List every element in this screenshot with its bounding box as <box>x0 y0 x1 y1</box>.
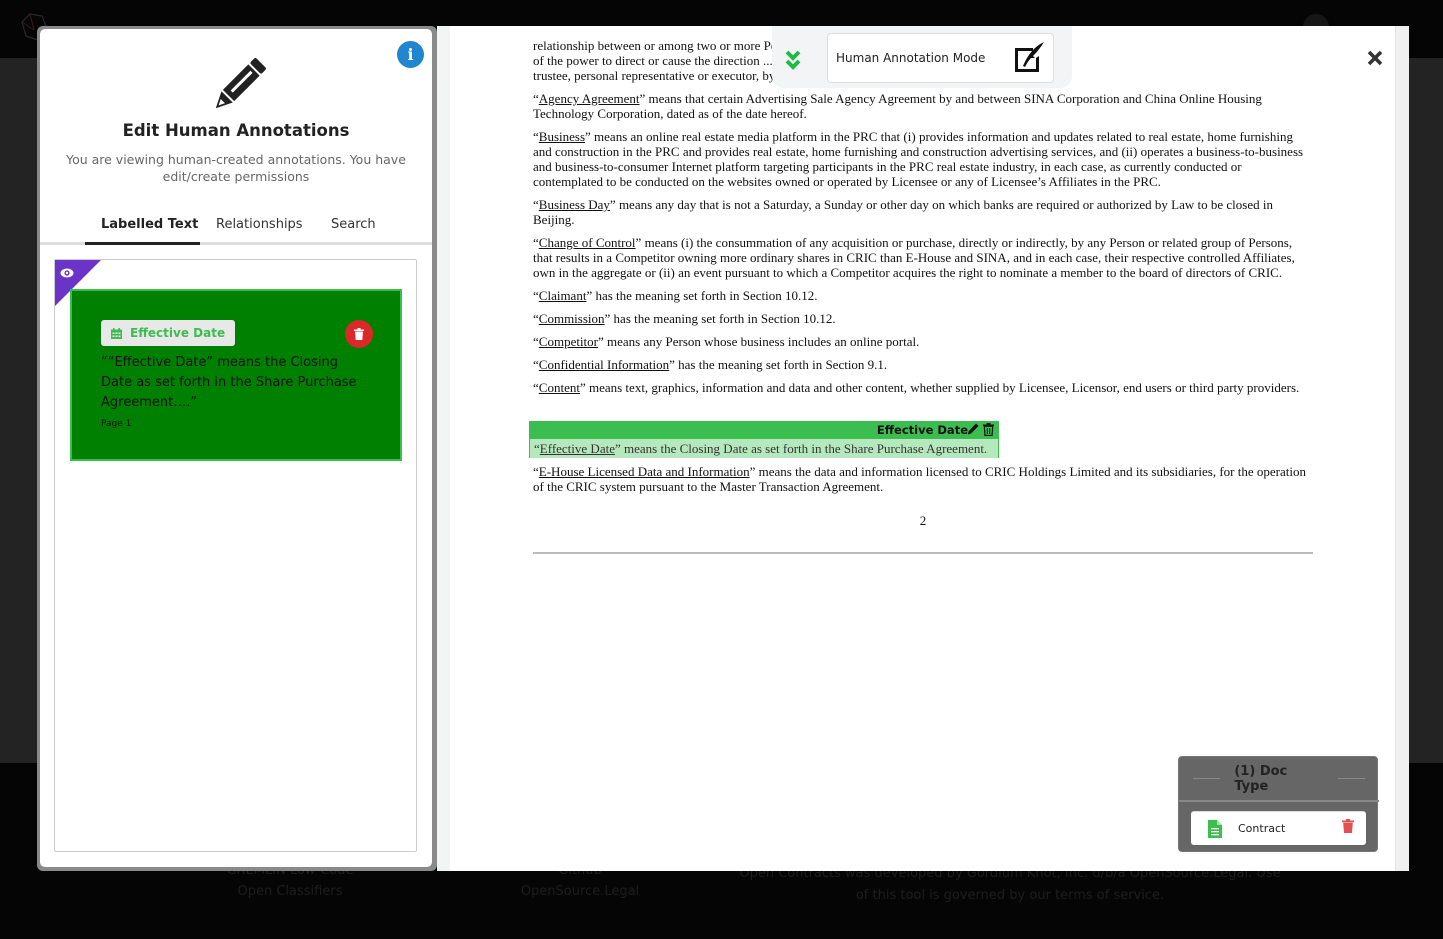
chevron-double-down-icon[interactable] <box>784 48 802 72</box>
doc-text: ” means text, graphics, information and … <box>579 380 1300 395</box>
highlighted-annotation[interactable]: Effective Date “Effective Date” means th… <box>529 421 999 458</box>
doc-type-item[interactable]: Contract <box>1191 811 1366 845</box>
annotation-mode-toolbar: Human Annotation Mode <box>772 26 1072 88</box>
file-icon <box>1208 820 1222 838</box>
eye-icon[interactable] <box>60 268 74 278</box>
doc-paragraph: “Commission” has the meaning set forth i… <box>533 311 836 326</box>
highlight-label: Effective Date <box>530 422 998 439</box>
doc-type-title: (1) Doc Type <box>1234 763 1288 794</box>
doc-paragraph: “E-House Licensed Data and Information” … <box>533 464 1306 494</box>
doc-text: ” means any day that is not a Saturday, … <box>533 197 1273 227</box>
annotation-text: ““Effective Date” means the Closing Date… <box>101 355 357 410</box>
doc-paragraph: “Agency Agreement” means that certain Ad… <box>533 91 1262 121</box>
defined-term: Competitor <box>538 334 598 349</box>
delete-annotation-button[interactable] <box>345 320 373 348</box>
doc-paragraph: “Confidential Information” has the meani… <box>533 357 888 372</box>
panel-description: You are viewing human-created annotation… <box>66 152 406 184</box>
doc-paragraph: “Change of Control” means (i) the consum… <box>533 235 1295 280</box>
defined-term: Confidential Information <box>538 357 670 372</box>
scrollbar[interactable] <box>1395 26 1409 871</box>
doc-text: ” means the Closing Date as set forth in… <box>614 441 988 456</box>
defined-term: Commission <box>538 311 605 326</box>
edit-pencil-icon[interactable] <box>967 423 979 435</box>
doc-text: ” has the meaning set forth in Section 1… <box>604 311 836 326</box>
trash-icon[interactable] <box>1342 819 1354 833</box>
defined-term: Content <box>538 380 580 395</box>
annotation-modal: i Edit Human Annotations You are viewing… <box>37 26 1409 871</box>
highlight-text: “Effective Date” means the Closing Date … <box>530 439 998 458</box>
doc-text: ” means that certain Advertising Sale Ag… <box>533 91 1262 121</box>
info-button[interactable]: i <box>397 41 424 68</box>
pencil-icon <box>215 58 266 109</box>
close-icon[interactable] <box>1367 50 1383 66</box>
doc-type-label: Contract <box>1238 822 1286 835</box>
annotation-card[interactable]: Effective Date ““Effective Date” means t… <box>70 289 402 461</box>
calendar-icon <box>111 327 122 339</box>
annotation-page: Page 1 <box>101 419 132 429</box>
defined-term: Change of Control <box>538 235 636 250</box>
panel-title: Edit Human Annotations <box>122 121 350 140</box>
doc-paragraph: “Competitor” means any Person whose busi… <box>533 334 920 349</box>
defined-term: Agency Agreement <box>538 91 640 106</box>
doc-text: ” means an online real estate media plat… <box>533 129 1304 189</box>
mode-label: Human Annotation Mode <box>836 51 986 65</box>
doc-text: ” has the meaning set forth in Section 9… <box>669 357 888 372</box>
tab-search[interactable]: Search <box>331 217 376 232</box>
doc-paragraph: “Business Day” means any day that is not… <box>533 197 1273 227</box>
highlight-label-text: Effective Date <box>876 423 968 437</box>
defined-term: Claimant <box>538 288 587 303</box>
document-viewer: relationship between or among two or mor… <box>450 26 1409 871</box>
defined-term: Business <box>538 129 586 144</box>
defined-term: Business Day <box>538 197 610 212</box>
footer-link[interactable]: Open Classifiers <box>200 884 380 899</box>
annotation-tabs: Labelled Text Relationships Search <box>40 207 432 245</box>
human-annotation-mode-button[interactable]: Human Annotation Mode <box>827 33 1054 83</box>
defined-term: Effective Date <box>539 441 615 456</box>
trash-icon[interactable] <box>983 423 994 436</box>
doc-paragraph: “Claimant” has the meaning set forth in … <box>533 288 818 303</box>
doc-type-header: (1) Doc Type <box>1179 757 1379 802</box>
footer-link[interactable]: OpenSource.Legal <box>490 884 670 899</box>
doc-type-panel: (1) Doc Type Contract <box>1178 756 1379 852</box>
active-tab-indicator <box>85 242 200 245</box>
annotation-label-text: Effective Date <box>130 326 226 340</box>
annotation-label-chip: Effective Date <box>101 320 236 346</box>
defined-term: E-House Licensed Data and Information <box>538 464 750 479</box>
doc-text: ” means (i) the consummation of any acqu… <box>533 235 1295 280</box>
trash-icon <box>354 328 364 340</box>
annotation-sidebar: i Edit Human Annotations You are viewing… <box>37 26 437 871</box>
panel-divider[interactable] <box>437 26 450 871</box>
quill-edit-icon <box>1015 42 1044 72</box>
tab-labelled-text[interactable]: Labelled Text <box>101 217 198 232</box>
annotation-list: Effective Date ““Effective Date” means t… <box>54 259 417 852</box>
tab-relationships[interactable]: Relationships <box>216 217 303 232</box>
doc-text: ” has the meaning set forth in Section 1… <box>586 288 818 303</box>
page-separator <box>533 552 1313 554</box>
doc-paragraph: “Business” means an online real estate m… <box>533 129 1304 189</box>
doc-text: ” means any Person whose business includ… <box>598 334 920 349</box>
doc-paragraph: “Content” means text, graphics, informat… <box>533 380 1300 395</box>
page-number: 2 <box>919 513 927 528</box>
